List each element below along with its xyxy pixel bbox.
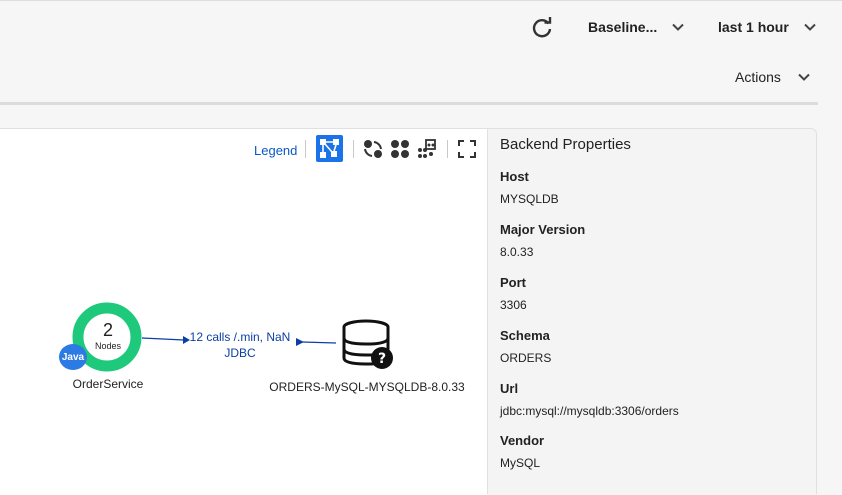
edge-line[interactable] bbox=[301, 341, 337, 344]
time-range-label: last 1 hour bbox=[718, 19, 789, 35]
property-value-major-version: 8.0.33 bbox=[500, 245, 534, 259]
property-value-port: 3306 bbox=[500, 298, 527, 312]
property-value-schema: ORDERS bbox=[500, 351, 552, 365]
edge-line[interactable] bbox=[141, 337, 185, 341]
svg-text:?: ? bbox=[378, 351, 386, 367]
service-node-count-label: Nodes bbox=[94, 341, 121, 351]
property-key-schema: Schema bbox=[500, 328, 550, 343]
actions-dropdown[interactable]: Actions bbox=[735, 69, 811, 85]
time-range-dropdown[interactable]: last 1 hour bbox=[718, 19, 817, 35]
property-key-port: Port bbox=[500, 275, 526, 290]
database-icon[interactable]: ? bbox=[340, 318, 396, 370]
service-node-count: 2 bbox=[102, 320, 113, 340]
property-key-major-version: Major Version bbox=[500, 222, 586, 237]
property-value-url: jdbc:mysql://mysqldb:3306/orders bbox=[500, 404, 679, 418]
property-value-vendor: MySQL bbox=[500, 456, 541, 470]
baseline-dropdown-label: Baseline... bbox=[588, 19, 658, 35]
flow-map-canvas bbox=[72, 302, 337, 372]
edge-label-calls[interactable]: 12 calls /.min, NaN bbox=[180, 330, 300, 344]
actions-label: Actions bbox=[735, 69, 781, 85]
property-key-vendor: Vendor bbox=[500, 433, 545, 448]
baseline-dropdown[interactable]: Baseline... bbox=[588, 19, 685, 35]
service-node-label[interactable]: OrderService bbox=[58, 377, 158, 391]
property-value-host: MYSQLDB bbox=[500, 192, 559, 206]
divider bbox=[0, 102, 818, 105]
property-key-url: Url bbox=[500, 381, 519, 396]
refresh-icon[interactable] bbox=[528, 14, 556, 42]
java-badge: Java bbox=[59, 344, 87, 370]
panel-title: Backend Properties bbox=[500, 136, 631, 153]
top-bar: Baseline... last 1 hour Actions bbox=[0, 0, 842, 108]
chevron-down-icon bbox=[672, 23, 684, 31]
edge-label-type: JDBC bbox=[224, 346, 256, 360]
backend-node-label[interactable]: ORDERS-MySQL-MYSQLDB-8.0.33 bbox=[262, 380, 472, 394]
property-key-host: Host bbox=[500, 169, 529, 184]
chevron-down-icon bbox=[798, 73, 810, 81]
chevron-down-icon bbox=[804, 23, 816, 31]
divider bbox=[0, 0, 842, 1]
